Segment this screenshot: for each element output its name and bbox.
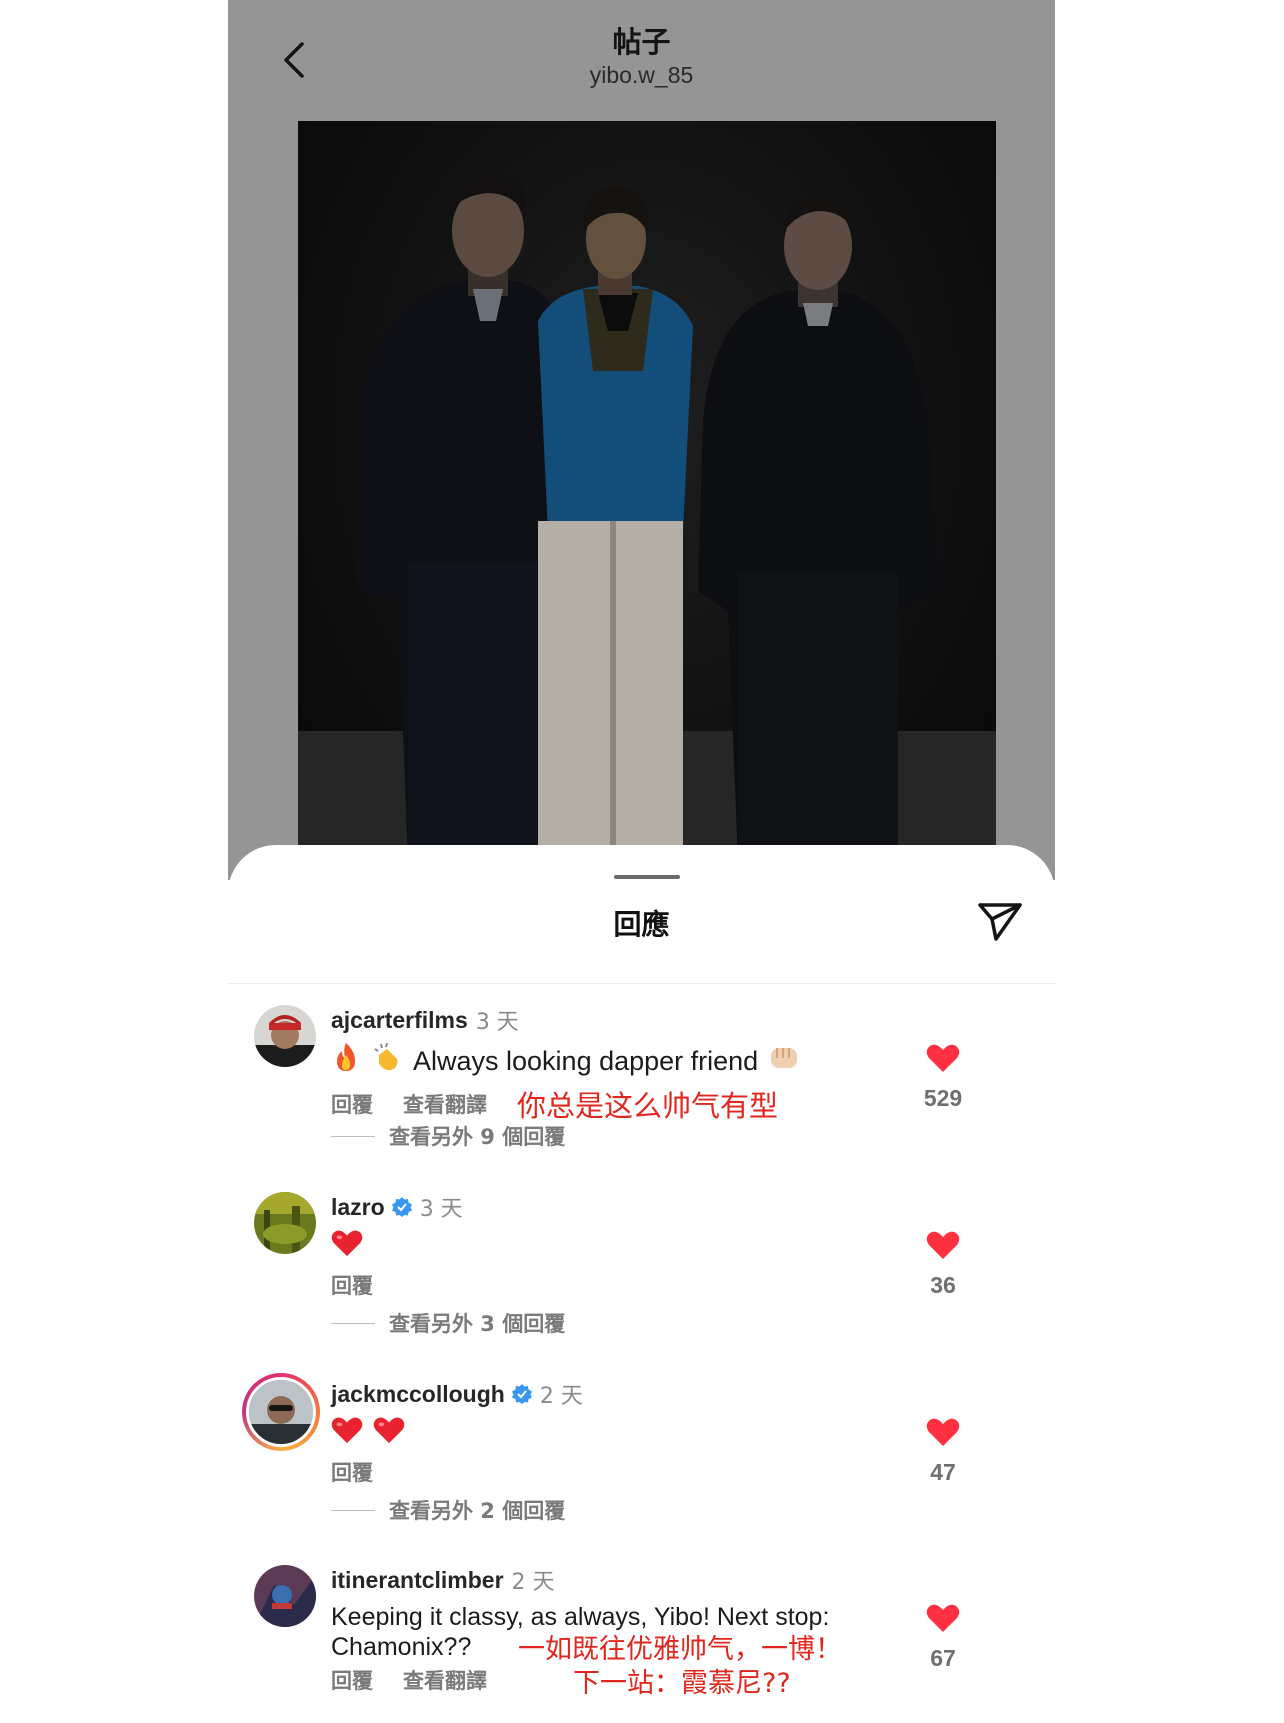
heart-emoji	[331, 1415, 363, 1452]
view-replies-label: 查看另外 2 個回覆	[389, 1499, 566, 1523]
like-count: 67	[930, 1645, 956, 1671]
username[interactable]: lazro	[331, 1194, 385, 1221]
avatar-image	[254, 1192, 316, 1254]
heart-icon[interactable]	[926, 1043, 960, 1073]
avatar[interactable]	[254, 1565, 316, 1627]
heart-emoji	[373, 1415, 405, 1452]
comment-meta: ajcarterfilms 3 天	[331, 1005, 519, 1036]
clap-emoji	[371, 1041, 403, 1080]
view-replies-label: 查看另外 9 個回覆	[389, 1125, 566, 1149]
comment-meta: itinerantclimber 2 天	[331, 1565, 555, 1596]
person-middle	[538, 187, 693, 861]
heart-icon[interactable]	[926, 1417, 960, 1447]
view-replies-label: 查看另外 3 個回覆	[389, 1312, 566, 1336]
avatar-image	[254, 1005, 316, 1067]
comment-text: Always looking dapper friend	[331, 1041, 800, 1080]
avatar-image	[254, 1565, 316, 1627]
translation-annotation: 你总是这么帅气有型	[517, 1089, 779, 1123]
comment-body: Always looking dapper friend	[413, 1045, 759, 1076]
reply-button[interactable]: 回覆	[331, 1089, 373, 1119]
comment-text	[331, 1228, 363, 1265]
avatar-with-story-ring[interactable]	[242, 1373, 320, 1451]
view-replies-toggle[interactable]: 查看另外 2 個回覆	[331, 1495, 565, 1525]
comments-sheet: 回應 ajcarterfilms 3 天 Always looking dapp…	[228, 845, 1055, 1723]
fist-emoji	[768, 1042, 800, 1079]
heart-emoji	[331, 1228, 363, 1265]
reply-button[interactable]: 回覆	[331, 1270, 373, 1300]
avatar-image	[249, 1380, 313, 1444]
see-translation-button[interactable]: 查看翻譯	[403, 1089, 487, 1119]
comment-meta: jackmccollough 2 天	[331, 1379, 583, 1410]
comment-meta: lazro 3 天	[331, 1192, 463, 1223]
timestamp: 2 天	[511, 1570, 555, 1595]
like-count: 47	[930, 1459, 956, 1485]
avatar[interactable]	[254, 1005, 316, 1067]
comment-text-line2: Chamonix??	[331, 1633, 472, 1661]
post-comments-screen: 帖子 yibo.w_85 回應 ajcarterfilms 3 天 Always…	[228, 0, 1055, 1723]
timestamp: 3 天	[419, 1197, 463, 1222]
post-photo[interactable]	[298, 121, 996, 861]
reply-button[interactable]: 回覆	[331, 1665, 373, 1695]
username[interactable]: ajcarterfilms	[331, 1007, 468, 1034]
post-author-username[interactable]: yibo.w_85	[228, 60, 1055, 90]
comment-actions: 回覆 查看翻譯	[331, 1665, 517, 1695]
verified-badge-icon	[511, 1384, 532, 1404]
heart-icon[interactable]	[926, 1603, 960, 1633]
replies-line	[331, 1135, 375, 1137]
sheet-title: 回應	[613, 908, 670, 941]
view-replies-toggle[interactable]: 查看另外 3 個回覆	[331, 1308, 565, 1338]
like-block: 67	[908, 1603, 978, 1672]
reply-button[interactable]: 回覆	[331, 1457, 373, 1487]
verified-badge-icon	[391, 1197, 412, 1217]
avatar	[246, 1377, 316, 1447]
post-area-dimmed: 帖子 yibo.w_85	[228, 0, 1055, 880]
comment-actions: 回覆 查看翻譯 你总是这么帅气有型	[331, 1083, 778, 1125]
replies-line	[331, 1509, 375, 1511]
avatar[interactable]	[254, 1192, 316, 1254]
like-block: 36	[908, 1230, 978, 1299]
timestamp: 3 天	[475, 1010, 519, 1035]
username[interactable]: jackmccollough	[331, 1381, 505, 1408]
heart-icon[interactable]	[926, 1230, 960, 1260]
like-count: 36	[930, 1272, 956, 1298]
divider	[228, 983, 1055, 984]
share-icon[interactable]	[976, 899, 1024, 943]
comment-text	[331, 1415, 405, 1452]
comment-actions: 回覆	[331, 1457, 403, 1487]
like-block: 47	[908, 1417, 978, 1486]
see-translation-button[interactable]: 查看翻譯	[403, 1665, 487, 1695]
fire-emoji	[331, 1041, 361, 1080]
username[interactable]: itinerantclimber	[331, 1567, 504, 1594]
replies-line	[331, 1322, 375, 1324]
header: 帖子 yibo.w_85	[228, 24, 1055, 90]
translation-annotation-line2: 下一站：霞慕尼??	[573, 1668, 791, 1699]
like-block: 529	[908, 1043, 978, 1112]
like-count: 529	[923, 1085, 963, 1111]
comment-actions: 回覆	[331, 1270, 403, 1300]
post-photo-illustration	[298, 172, 996, 861]
view-replies-toggle[interactable]: 查看另外 9 個回覆	[331, 1121, 565, 1151]
page-title: 帖子	[612, 25, 671, 59]
timestamp: 2 天	[539, 1384, 583, 1409]
drag-handle[interactable]	[614, 875, 680, 879]
